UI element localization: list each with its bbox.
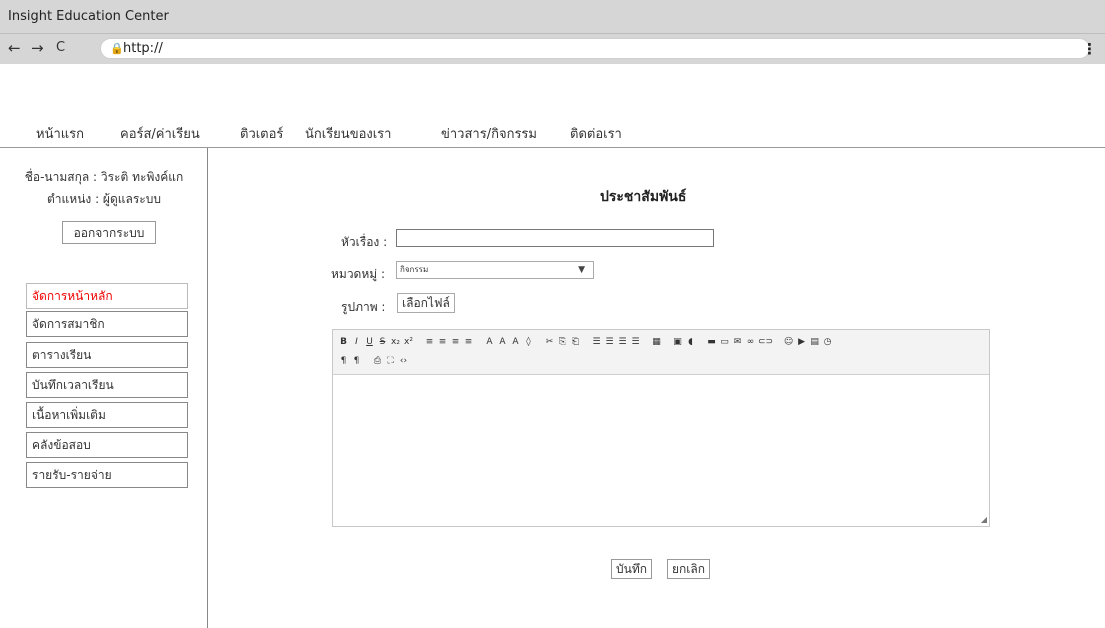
editor-toolbar-button-13-icon[interactable]: A xyxy=(497,335,508,349)
editor-toolbar-row-1: B I U Sx₂ x² ≡ ≡ ≡ ≡ A A A ◊ ✂ ⎘ ⎗ ☰ ☰ ☰ ☰ ▦ ▣ ◖ ▬ ▭ ✉ ∞ ⊂⊃ ☺ ▶ ▤ ◷ xyxy=(337,333,834,351)
editor-toolbar-button-4-icon[interactable]: x₂ xyxy=(390,335,401,349)
cancel-button[interactable]: ยกเลิก xyxy=(667,559,711,579)
subject-label: หัวเรื่อง : xyxy=(341,235,388,249)
editor-toolbar-button-17-icon[interactable]: ✂ xyxy=(544,335,555,349)
editor-toolbar-button-1-icon[interactable]: I xyxy=(351,335,362,349)
resize-handle-icon[interactable]: ◢ xyxy=(981,515,987,524)
choose-file-button[interactable]: เลือกไฟล์ xyxy=(397,293,455,313)
page-title: ประชาสัมพันธ์ xyxy=(600,189,687,205)
editor-toolbar-row-2: ¶ ¶ ⎙ ⛶ ‹› xyxy=(337,352,410,370)
editor-toolbar-button-33-icon[interactable]: ✉ xyxy=(732,335,743,349)
sidebar-item-timetable[interactable]: ตารางเรียน xyxy=(26,342,188,368)
editor-toolbar: B I U Sx₂ x² ≡ ≡ ≡ ≡ A A A ◊ ✂ ⎘ ⎗ ☰ ☰ ☰ ☰ ▦ ▣ ◖ ▬ ▭ ✉ ∞ ⊂⊃ ☺ ▶ ▤ ◷ ¶ ¶ ⎙… xyxy=(333,330,989,375)
browser-menu-icon[interactable]: ⋮ xyxy=(1082,40,1097,58)
editor-toolbar-button-12-icon[interactable]: A xyxy=(484,335,495,349)
editor-toolbar-button-28-icon[interactable]: ▣ xyxy=(672,335,683,349)
editor-toolbar-button-37-icon[interactable]: ☺ xyxy=(783,335,794,349)
editor-toolbar-button-21-icon[interactable]: ☰ xyxy=(591,335,602,349)
top-navigation: หน้าแรก คอร์ส/ค่าเรียน ติวเตอร์ นักเรียน… xyxy=(0,118,1105,148)
sidebar-item-extra-content[interactable]: เนื้อหาเพิ่มเติม xyxy=(26,402,188,428)
dropdown-arrow-icon: ▼ xyxy=(578,265,585,275)
editor-toolbar-button-19-icon[interactable]: ⎗ xyxy=(570,335,581,349)
editor-toolbar-row2-button-3-icon[interactable]: ⎙ xyxy=(372,354,383,368)
toolbar-separator xyxy=(536,335,542,349)
back-icon[interactable]: ← xyxy=(8,40,21,56)
editor-toolbar-button-2-icon[interactable]: U xyxy=(364,335,375,349)
forward-icon[interactable]: → xyxy=(31,40,44,56)
toolbar-separator xyxy=(698,335,704,349)
subject-input[interactable] xyxy=(396,229,714,247)
editor-toolbar-button-14-icon[interactable]: A xyxy=(510,335,521,349)
image-label: รูปภาพ : xyxy=(341,300,386,314)
editor-toolbar-row2-button-0-icon[interactable]: ¶ xyxy=(338,354,349,368)
browser-titlebar: Insight Education Center xyxy=(0,0,1105,34)
nav-news[interactable]: ข่าวสาร/กิจกรรม xyxy=(441,123,537,144)
nav-tutors[interactable]: ติวเตอร์ xyxy=(240,123,283,144)
editor-toolbar-button-9-icon[interactable]: ≡ xyxy=(450,335,461,349)
editor-toolbar-button-40-icon[interactable]: ◷ xyxy=(822,335,833,349)
category-label: หมวดหมู่ : xyxy=(331,267,386,281)
sidebar: ชื่อ-นามสกุล : วิระติ ทะพิงค์แก ตำแหน่ง … xyxy=(0,148,208,628)
url-input[interactable]: 🔒 http:// xyxy=(100,38,1090,59)
sidebar-item-attendance[interactable]: บันทึกเวลาเรียน xyxy=(26,372,188,398)
editor-toolbar-row2-button-4-icon[interactable]: ⛶ xyxy=(385,354,396,368)
sidebar-item-income-expense[interactable]: รายรับ-รายจ่าย xyxy=(26,462,188,488)
sidebar-item-manage-home[interactable]: จัดการหน้าหลัก xyxy=(26,283,188,309)
editor-toolbar-row2-button-5-icon[interactable]: ‹› xyxy=(398,354,409,368)
toolbar-separator xyxy=(416,335,422,349)
editor-toolbar-button-34-icon[interactable]: ∞ xyxy=(745,335,756,349)
editor-toolbar-button-31-icon[interactable]: ▬ xyxy=(706,335,717,349)
sidebar-item-exam-bank[interactable]: คลังข้อสอบ xyxy=(26,432,188,458)
editor-toolbar-button-8-icon[interactable]: ≡ xyxy=(437,335,448,349)
toolbar-separator xyxy=(643,335,649,349)
editor-toolbar-button-29-icon[interactable]: ◖ xyxy=(685,335,696,349)
window-title: Insight Education Center xyxy=(8,9,169,24)
toolbar-separator xyxy=(583,335,589,349)
nav-contact[interactable]: ติดต่อเรา xyxy=(570,123,622,144)
toolbar-separator xyxy=(664,335,670,349)
browser-address-bar: ← → C 🔒 http:// ⋮ xyxy=(0,34,1105,64)
editor-toolbar-button-39-icon[interactable]: ▤ xyxy=(809,335,820,349)
editor-toolbar-button-15-icon[interactable]: ◊ xyxy=(523,335,534,349)
editor-toolbar-button-0-icon[interactable]: B xyxy=(338,335,349,349)
user-name: ชื่อ-นามสกุล : วิระติ ทะพิงค์แก xyxy=(24,170,184,184)
logout-button[interactable]: ออกจากระบบ xyxy=(62,221,156,244)
category-value: กิจกรรม xyxy=(400,265,429,274)
editor-toolbar-button-18-icon[interactable]: ⎘ xyxy=(557,335,568,349)
editor-toolbar-button-10-icon[interactable]: ≡ xyxy=(463,335,474,349)
nav-home[interactable]: หน้าแรก xyxy=(36,123,84,144)
editor-toolbar-row2-button-1-icon[interactable]: ¶ xyxy=(351,354,362,368)
sidebar-item-manage-members[interactable]: จัดการสมาชิก xyxy=(26,311,188,337)
url-text: http:// xyxy=(123,41,163,56)
editor-toolbar-button-24-icon[interactable]: ☰ xyxy=(630,335,641,349)
reload-icon[interactable]: C xyxy=(56,40,65,56)
user-position: ตำแหน่ง : ผู้ดูแลระบบ xyxy=(47,192,161,206)
editor-toolbar-button-23-icon[interactable]: ☰ xyxy=(617,335,628,349)
toolbar-separator xyxy=(775,335,781,349)
nav-students[interactable]: นักเรียนของเรา xyxy=(305,123,391,144)
toolbar-separator xyxy=(476,335,482,349)
rich-text-editor[interactable]: B I U Sx₂ x² ≡ ≡ ≡ ≡ A A A ◊ ✂ ⎘ ⎗ ☰ ☰ ☰ ☰ ▦ ▣ ◖ ▬ ▭ ✉ ∞ ⊂⊃ ☺ ▶ ▤ ◷ ¶ ¶ ⎙… xyxy=(332,329,990,527)
editor-toolbar-button-26-icon[interactable]: ▦ xyxy=(651,335,662,349)
toolbar-separator xyxy=(364,354,370,368)
editor-toolbar-button-22-icon[interactable]: ☰ xyxy=(604,335,615,349)
editor-toolbar-button-7-icon[interactable]: ≡ xyxy=(424,335,435,349)
save-button[interactable]: บันทึก xyxy=(611,559,652,579)
editor-toolbar-button-3-icon[interactable]: S xyxy=(377,335,388,349)
lock-icon: 🔒 xyxy=(110,42,124,55)
editor-content-area[interactable] xyxy=(333,375,989,525)
editor-toolbar-button-38-icon[interactable]: ▶ xyxy=(796,335,807,349)
editor-toolbar-button-5-icon[interactable]: x² xyxy=(403,335,414,349)
editor-toolbar-button-35-icon[interactable]: ⊂⊃ xyxy=(758,335,773,349)
category-select[interactable]: กิจกรรม ▼ xyxy=(396,261,594,279)
editor-toolbar-button-32-icon[interactable]: ▭ xyxy=(719,335,730,349)
nav-courses[interactable]: คอร์ส/ค่าเรียน xyxy=(120,123,200,144)
